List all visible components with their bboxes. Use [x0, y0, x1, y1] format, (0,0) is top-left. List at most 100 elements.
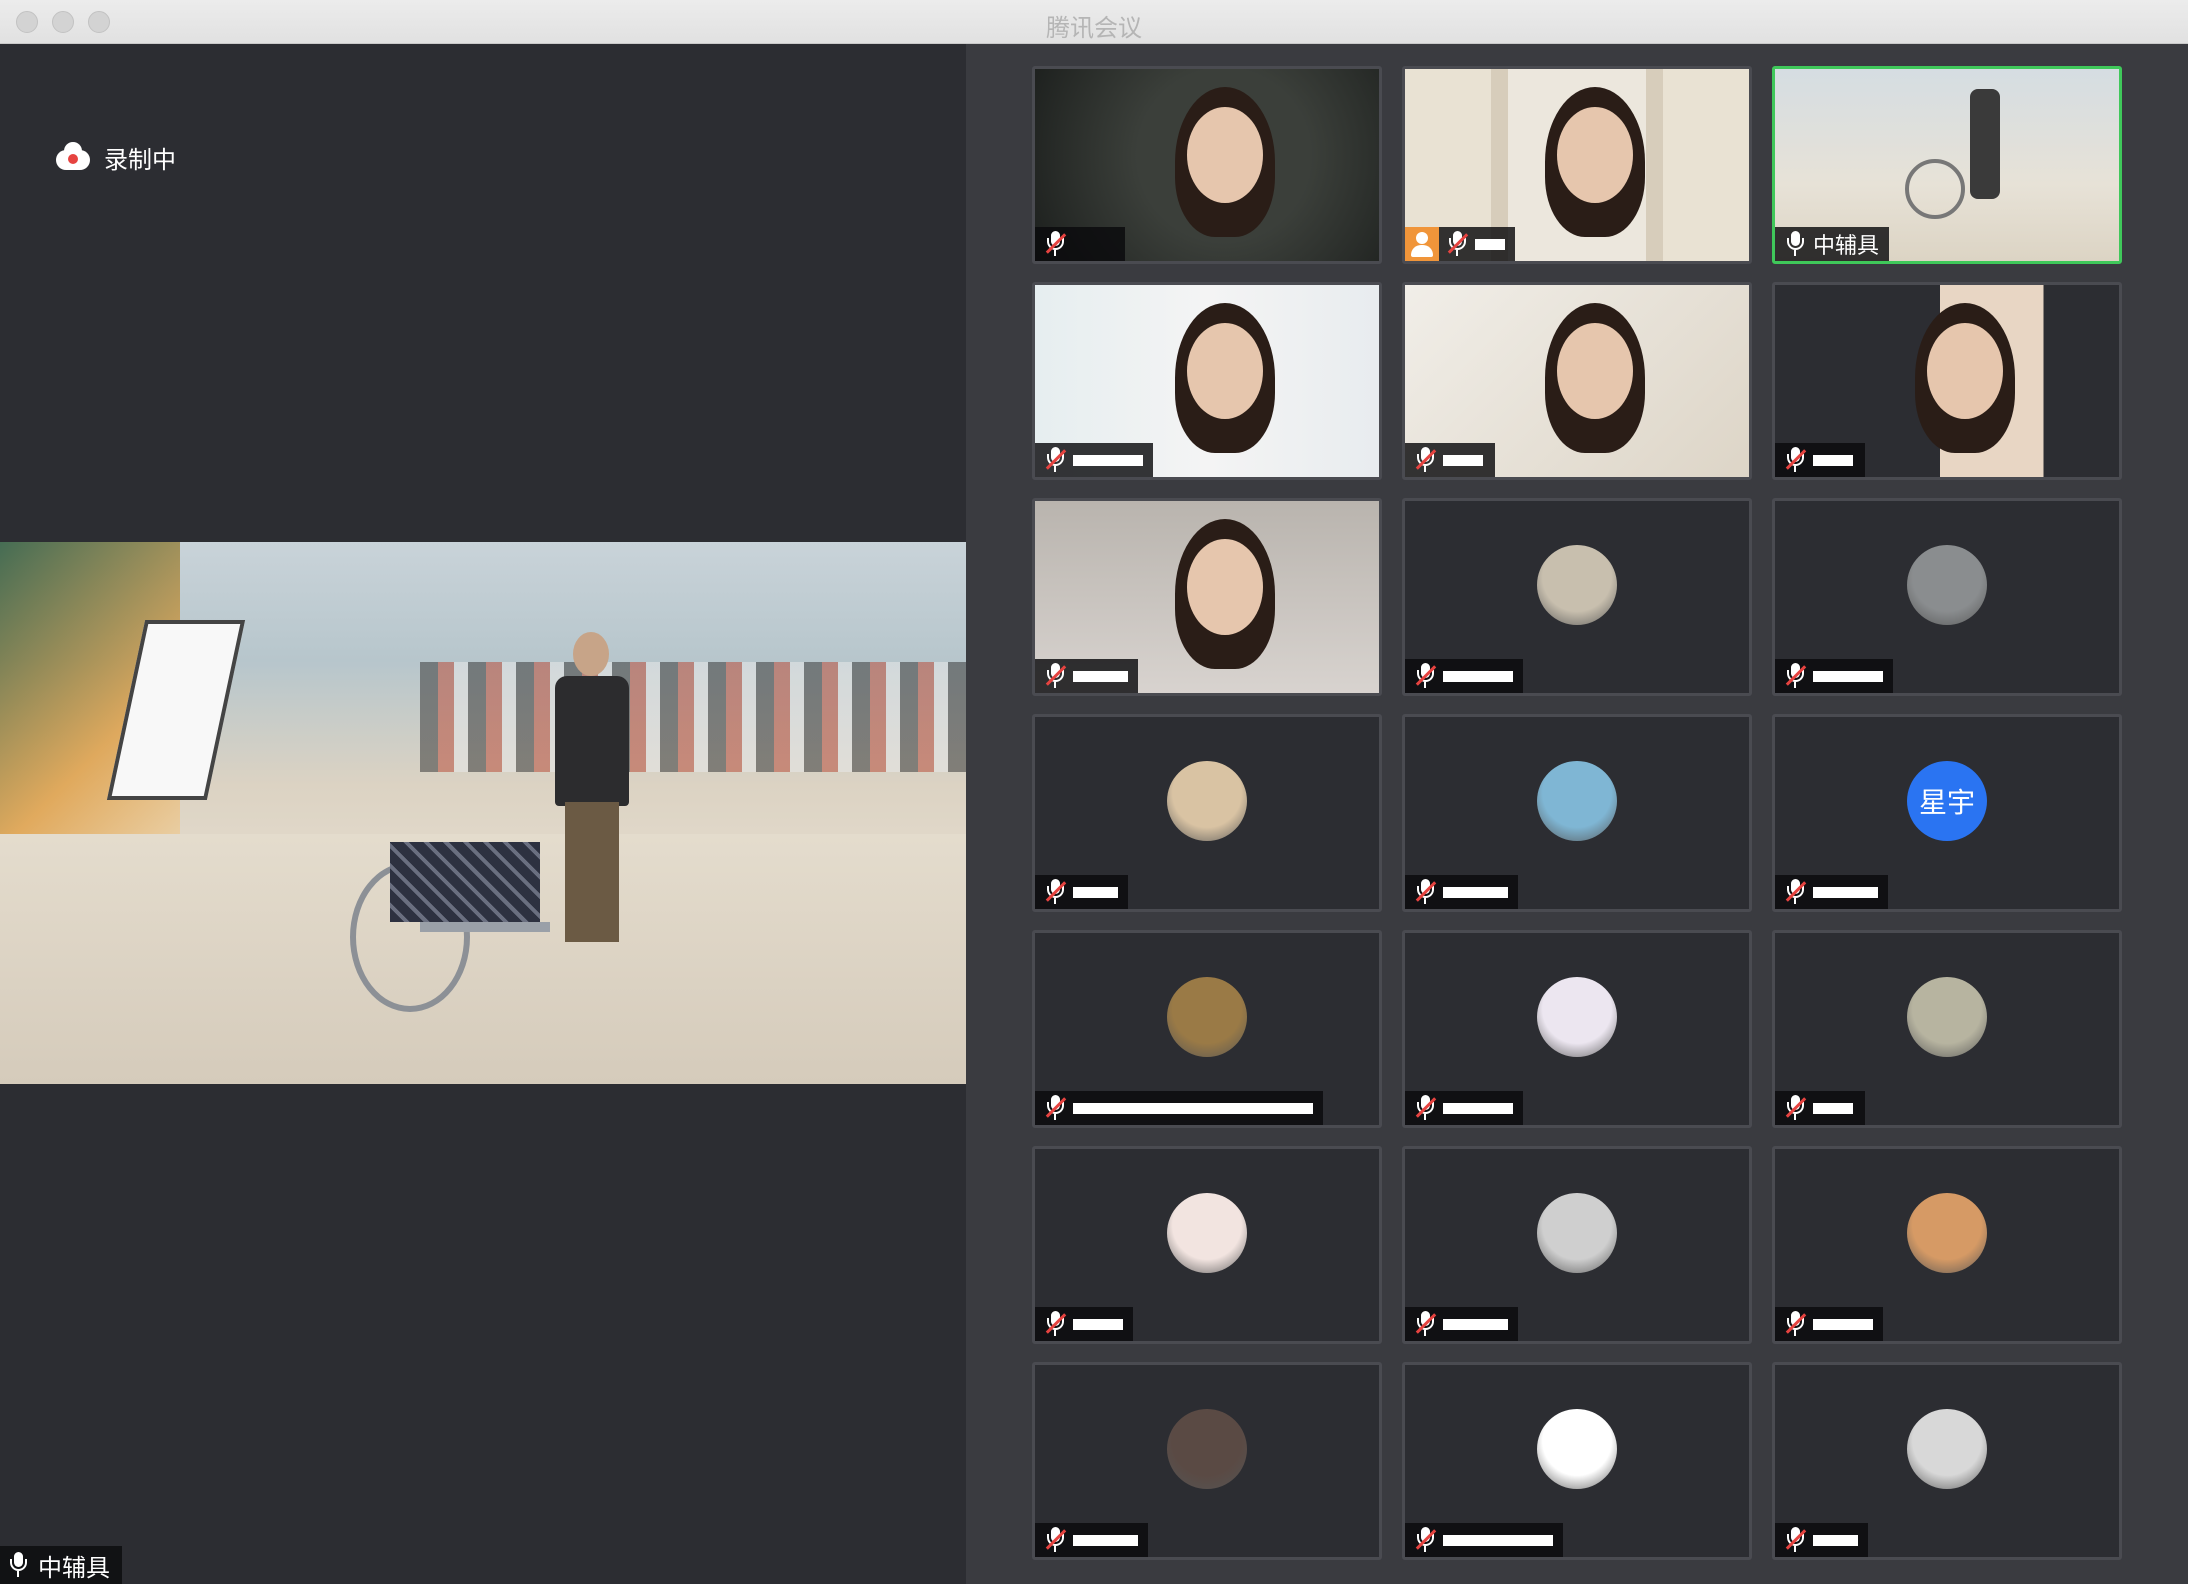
participant-tile[interactable]	[1402, 66, 1752, 264]
redacted-name	[1073, 454, 1143, 466]
redacted-name	[1443, 886, 1508, 898]
participant-nametag	[1775, 443, 1865, 477]
participant-nametag	[1035, 227, 1125, 261]
redacted-name	[1813, 1534, 1858, 1546]
microphone-icon	[1785, 231, 1805, 257]
participant-nametag: 中辅具	[1775, 227, 1890, 261]
window-title: 腾讯会议	[1046, 15, 1142, 42]
participant-avatar	[1907, 1193, 1987, 1273]
microphone-muted-icon	[1415, 1095, 1437, 1121]
participant-tile[interactable]: 星宇	[1772, 714, 2122, 912]
redacted-name	[1443, 454, 1483, 466]
microphone-muted-icon	[1045, 663, 1067, 689]
participant-tile[interactable]	[1402, 1362, 1752, 1560]
redacted-name	[1443, 1318, 1508, 1330]
participant-tile[interactable]	[1772, 282, 2122, 480]
participant-avatar	[1907, 1409, 1987, 1489]
participant-tile[interactable]	[1402, 714, 1752, 912]
participant-tile[interactable]	[1032, 498, 1382, 696]
microphone-muted-icon	[1045, 447, 1067, 473]
presenter-in-video	[545, 632, 635, 942]
participant-nametag	[1405, 227, 1515, 261]
microphone-muted-icon	[1785, 879, 1807, 905]
participant-nametag	[1035, 875, 1128, 909]
main-speaker-nametag: 中辅具	[0, 1546, 122, 1584]
redacted-name	[1813, 670, 1883, 682]
participant-nametag	[1775, 875, 1888, 909]
participant-tile[interactable]	[1032, 1362, 1382, 1560]
microphone-muted-icon	[1785, 447, 1807, 473]
microphone-muted-icon	[1045, 231, 1067, 257]
participant-avatar	[1537, 1409, 1617, 1489]
microphone-muted-icon	[1415, 663, 1437, 689]
participant-nametag	[1035, 443, 1153, 477]
participant-nametag	[1035, 1307, 1133, 1341]
participant-avatar	[1167, 1193, 1247, 1273]
participant-tile[interactable]	[1032, 66, 1382, 264]
participant-tile[interactable]	[1402, 282, 1752, 480]
participant-tile[interactable]	[1772, 930, 2122, 1128]
participant-avatar	[1167, 977, 1247, 1057]
participant-tile[interactable]	[1032, 282, 1382, 480]
redacted-name	[1073, 1318, 1123, 1330]
participant-tile[interactable]	[1772, 498, 2122, 696]
redacted-name	[1073, 1534, 1138, 1546]
host-badge-icon	[1405, 227, 1439, 261]
participant-nametag	[1775, 1307, 1883, 1341]
participant-nametag	[1035, 1523, 1148, 1557]
redacted-name	[1813, 1318, 1873, 1330]
participant-avatar	[1167, 761, 1247, 841]
main-speaker-video[interactable]	[0, 542, 966, 1084]
redacted-name	[1443, 1102, 1513, 1114]
redacted-name	[1475, 238, 1505, 250]
redacted-name	[1073, 1102, 1313, 1114]
microphone-muted-icon	[1415, 879, 1437, 905]
participant-tile[interactable]	[1032, 1146, 1382, 1344]
microphone-muted-icon	[1045, 1527, 1067, 1553]
redacted-name	[1813, 1102, 1853, 1114]
participant-nametag	[1035, 659, 1138, 693]
participant-nametag	[1405, 1523, 1563, 1557]
main-speaker-area: 录制中 中辅具	[0, 44, 966, 1584]
participant-nametag	[1035, 1091, 1323, 1125]
participant-tile[interactable]	[1402, 498, 1752, 696]
participant-gallery: 中辅具星宇	[966, 44, 2188, 1584]
microphone-muted-icon	[1415, 1527, 1437, 1553]
participant-tile[interactable]	[1032, 930, 1382, 1128]
participant-name: 中辅具	[1813, 233, 1880, 258]
participant-nametag	[1775, 1523, 1868, 1557]
redacted-name	[1443, 670, 1513, 682]
participant-nametag	[1405, 875, 1518, 909]
participant-avatar	[1537, 1193, 1617, 1273]
participant-avatar	[1167, 1409, 1247, 1489]
participant-nametag	[1405, 443, 1495, 477]
microphone-muted-icon	[1415, 1311, 1437, 1337]
redacted-name	[1073, 670, 1128, 682]
participant-nametag	[1405, 659, 1523, 693]
participant-avatar	[1537, 761, 1617, 841]
microphone-muted-icon	[1045, 879, 1067, 905]
participant-nametag	[1775, 659, 1893, 693]
window-titlebar: 腾讯会议	[0, 0, 2188, 44]
microphone-icon	[8, 1552, 28, 1578]
participant-tile[interactable]	[1402, 930, 1752, 1128]
participant-tile[interactable]	[1772, 1362, 2122, 1560]
participant-tile[interactable]	[1032, 714, 1382, 912]
microphone-muted-icon	[1045, 1311, 1067, 1337]
microphone-muted-icon	[1447, 231, 1469, 257]
participant-tile[interactable]: 中辅具	[1772, 66, 2122, 264]
redacted-name	[1813, 454, 1853, 466]
redacted-name	[1443, 1534, 1553, 1546]
participant-tile[interactable]	[1772, 1146, 2122, 1344]
redacted-name	[1813, 886, 1878, 898]
main-speaker-name: 中辅具	[38, 1554, 110, 1582]
cloud-recording-icon	[56, 141, 90, 170]
participant-tile[interactable]	[1402, 1146, 1752, 1344]
microphone-muted-icon	[1785, 1527, 1807, 1553]
microphone-muted-icon	[1045, 1095, 1067, 1121]
microphone-muted-icon	[1415, 447, 1437, 473]
participant-nametag	[1405, 1091, 1523, 1125]
participant-avatar	[1907, 977, 1987, 1057]
participant-avatar: 星宇	[1907, 761, 1987, 841]
redacted-name	[1073, 886, 1118, 898]
